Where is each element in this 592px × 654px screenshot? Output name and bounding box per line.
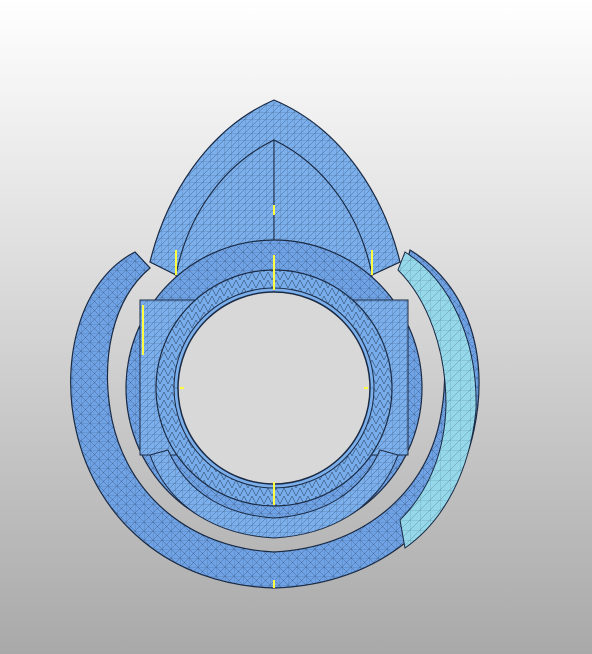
mesh-model-icon[interactable] [0,0,592,654]
center-hole [177,291,371,485]
3d-viewport[interactable] [0,0,592,654]
